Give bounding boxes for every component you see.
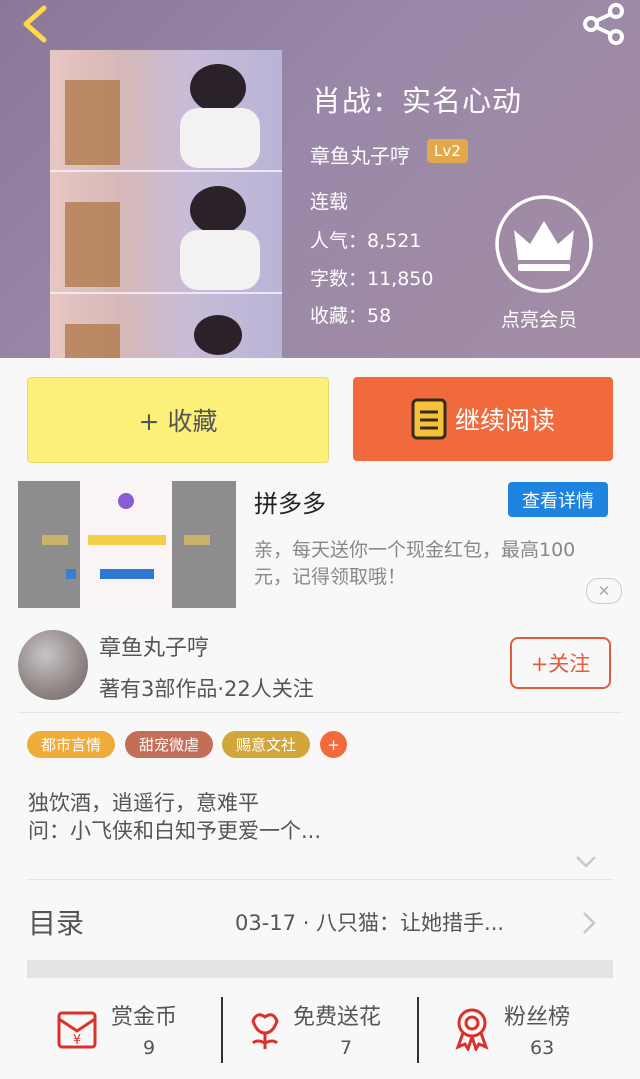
vertical-divider xyxy=(221,997,223,1063)
flower-icon xyxy=(251,1013,279,1049)
ad-details-button[interactable]: 查看详情 xyxy=(508,482,608,517)
stat-coins-label: 赏金币 xyxy=(111,1005,178,1030)
latest-chapter[interactable]: 03-17 · 八只猫：让她措手... xyxy=(235,907,504,937)
word-count-stat: 字数：11,850 xyxy=(310,268,434,290)
ad-close-button[interactable]: ✕ xyxy=(586,578,622,604)
synopsis-line-1: 独饮酒，逍遥行，意难平 xyxy=(28,791,259,815)
author-row-name[interactable]: 章鱼丸子哼 xyxy=(99,630,209,662)
toc-label[interactable]: 目录 xyxy=(28,902,84,942)
favorites-stat: 收藏：58 xyxy=(310,305,392,327)
continue-reading-button[interactable]: 继续阅读 xyxy=(353,377,613,461)
ad-title[interactable]: 拼多多 xyxy=(254,484,326,519)
author-name[interactable]: 章鱼丸子哼 xyxy=(310,140,410,169)
medal-icon xyxy=(455,1008,489,1051)
book-cover[interactable] xyxy=(50,50,282,358)
vip-label[interactable]: 点亮会员 xyxy=(501,305,577,332)
vertical-divider xyxy=(417,997,419,1063)
crown-icon[interactable] xyxy=(494,194,594,294)
stat-coins-value: 9 xyxy=(143,1037,156,1059)
favorite-button[interactable]: + 收藏 xyxy=(27,377,329,463)
back-arrow-icon[interactable] xyxy=(14,4,54,44)
section-separator xyxy=(27,960,613,978)
stat-coins[interactable]: ¥ 赏金币 9 xyxy=(55,995,215,1065)
stat-flowers[interactable]: 免费送花 7 xyxy=(243,995,413,1065)
chevron-down-icon[interactable] xyxy=(575,855,597,869)
author-avatar[interactable] xyxy=(18,630,88,700)
tag-club[interactable]: 赐意文社 xyxy=(222,731,310,758)
continue-reading-label: 继续阅读 xyxy=(454,406,555,435)
stat-flowers-value: 7 xyxy=(340,1037,353,1059)
divider xyxy=(27,879,613,880)
ad-description: 亲，每天送你一个现金红包，最高100元，记得领取哦！ xyxy=(254,539,576,588)
serial-status: 连载 xyxy=(310,191,349,213)
book-title: 肖战：实名心动 xyxy=(312,84,523,118)
tag-urban-romance[interactable]: 都市言情 xyxy=(27,731,115,758)
cover-illustration xyxy=(65,64,260,358)
add-tag-button[interactable]: + xyxy=(320,731,347,758)
book-header: 肖战：实名心动 章鱼丸子哼 Lv2 连载 人气：8,521 字数：11,850 … xyxy=(0,0,640,358)
divider xyxy=(18,712,622,713)
ad-image[interactable] xyxy=(18,481,236,608)
stat-fans-value: 63 xyxy=(530,1037,555,1059)
stat-fans[interactable]: 粉丝榜 63 xyxy=(450,995,600,1065)
svg-text:¥: ¥ xyxy=(73,1033,81,1048)
level-badge: Lv2 xyxy=(427,139,468,163)
share-icon[interactable] xyxy=(580,2,628,46)
synopsis[interactable]: 独饮酒，逍遥行，意难平 问：小飞侠和白知予更爱一个... xyxy=(28,789,321,845)
author-row-info: 著有3部作品·22人关注 xyxy=(99,677,314,701)
book-icon xyxy=(411,398,447,440)
chevron-right-icon[interactable] xyxy=(582,911,596,935)
stat-fans-label: 粉丝榜 xyxy=(504,1005,571,1030)
tag-sweet-pet[interactable]: 甜宠微虐 xyxy=(125,731,213,758)
red-envelope-icon: ¥ xyxy=(57,1011,97,1049)
stat-flowers-label: 免费送花 xyxy=(293,1005,382,1030)
popularity-stat: 人气：8,521 xyxy=(310,230,422,252)
follow-button[interactable]: +关注 xyxy=(510,637,611,689)
synopsis-line-2: 问：小飞侠和白知予更爱一个... xyxy=(28,819,322,843)
